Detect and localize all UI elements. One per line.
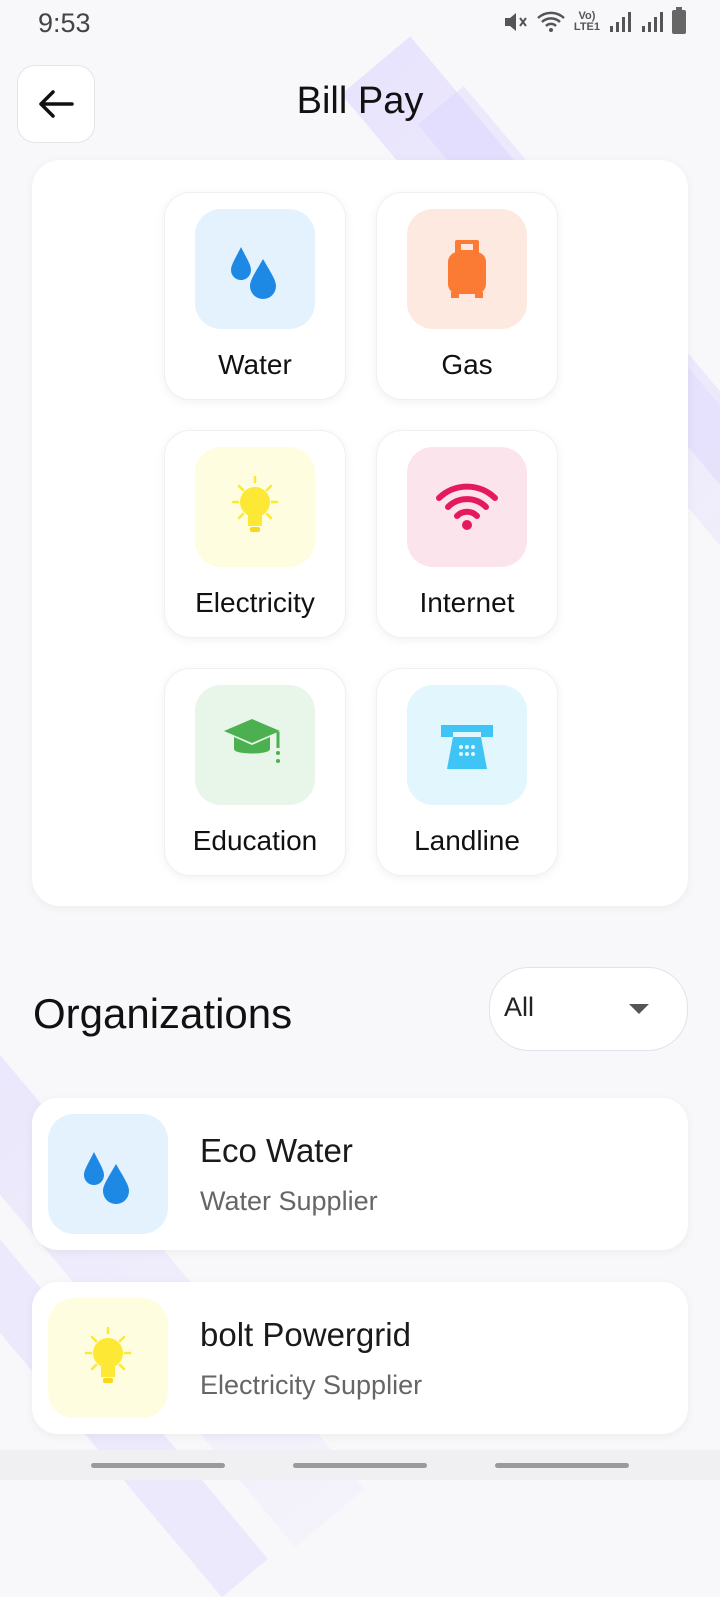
system-navigation-bar [0, 1450, 720, 1480]
category-electricity[interactable]: Electricity [164, 430, 346, 638]
category-label: Gas [441, 349, 493, 380]
organization-name: bolt Powergrid [200, 1316, 411, 1353]
organization-item-eco-water[interactable]: Eco Water Water Supplier [32, 1098, 688, 1250]
organizations-heading: Organizations [33, 990, 293, 1037]
category-icon-bg [407, 685, 527, 805]
battery-icon [672, 7, 686, 34]
category-label: Water [218, 349, 292, 380]
signal-icon [610, 12, 631, 32]
organization-filter-dropdown[interactable]: All [489, 967, 688, 1051]
water-drops-icon [231, 247, 276, 299]
gas-cylinder-icon [448, 240, 486, 298]
status-time: 9:53 [38, 8, 91, 38]
category-water[interactable]: Water [164, 192, 346, 400]
category-education[interactable]: Education [164, 668, 346, 876]
nav-back-button[interactable] [495, 1463, 629, 1468]
category-landline[interactable]: Landline [376, 668, 558, 876]
water-drops-icon [84, 1152, 129, 1204]
status-icons: Vo) LTE1 [502, 7, 686, 34]
category-label: Education [192, 825, 318, 856]
nav-home-button[interactable] [293, 1463, 427, 1468]
organization-item-bolt-powergrid[interactable]: bolt Powergrid Electricity Supplier [32, 1282, 688, 1434]
category-icon-bg [407, 447, 527, 567]
organization-icon-bg [48, 1298, 168, 1418]
graduation-cap-icon [224, 719, 280, 763]
wifi-status-icon [537, 11, 565, 32]
wifi-icon [436, 483, 498, 530]
category-grid: Water Gas Electricity Internet Education… [32, 160, 688, 906]
category-icon-bg [195, 447, 315, 567]
light-bulb-icon [231, 475, 279, 532]
organization-name: Eco Water [200, 1132, 353, 1169]
category-label: Internet [419, 587, 515, 618]
category-icon-bg [195, 685, 315, 805]
network-type: Vo) LTE1 [573, 10, 600, 33]
category-label: Landline [414, 825, 520, 856]
signal-icon [642, 12, 663, 32]
category-icon-bg [407, 209, 527, 329]
category-internet[interactable]: Internet [376, 430, 558, 638]
category-icon-bg [195, 209, 315, 329]
organization-type: Water Supplier [200, 1186, 378, 1216]
filter-selected-value: All [504, 992, 535, 1022]
category-gas[interactable]: Gas [376, 192, 558, 400]
organization-icon-bg [48, 1114, 168, 1234]
page-title: Bill Pay [296, 80, 424, 122]
organization-type: Electricity Supplier [200, 1370, 423, 1400]
caret-down-icon [629, 1004, 649, 1014]
mute-icon [504, 13, 527, 31]
status-bar: 9:53 Vo) LTE1 [0, 0, 720, 48]
nav-recents-button[interactable] [91, 1463, 225, 1468]
category-label: Electricity [195, 587, 315, 618]
light-bulb-icon [84, 1326, 132, 1383]
telephone-icon [441, 725, 493, 769]
